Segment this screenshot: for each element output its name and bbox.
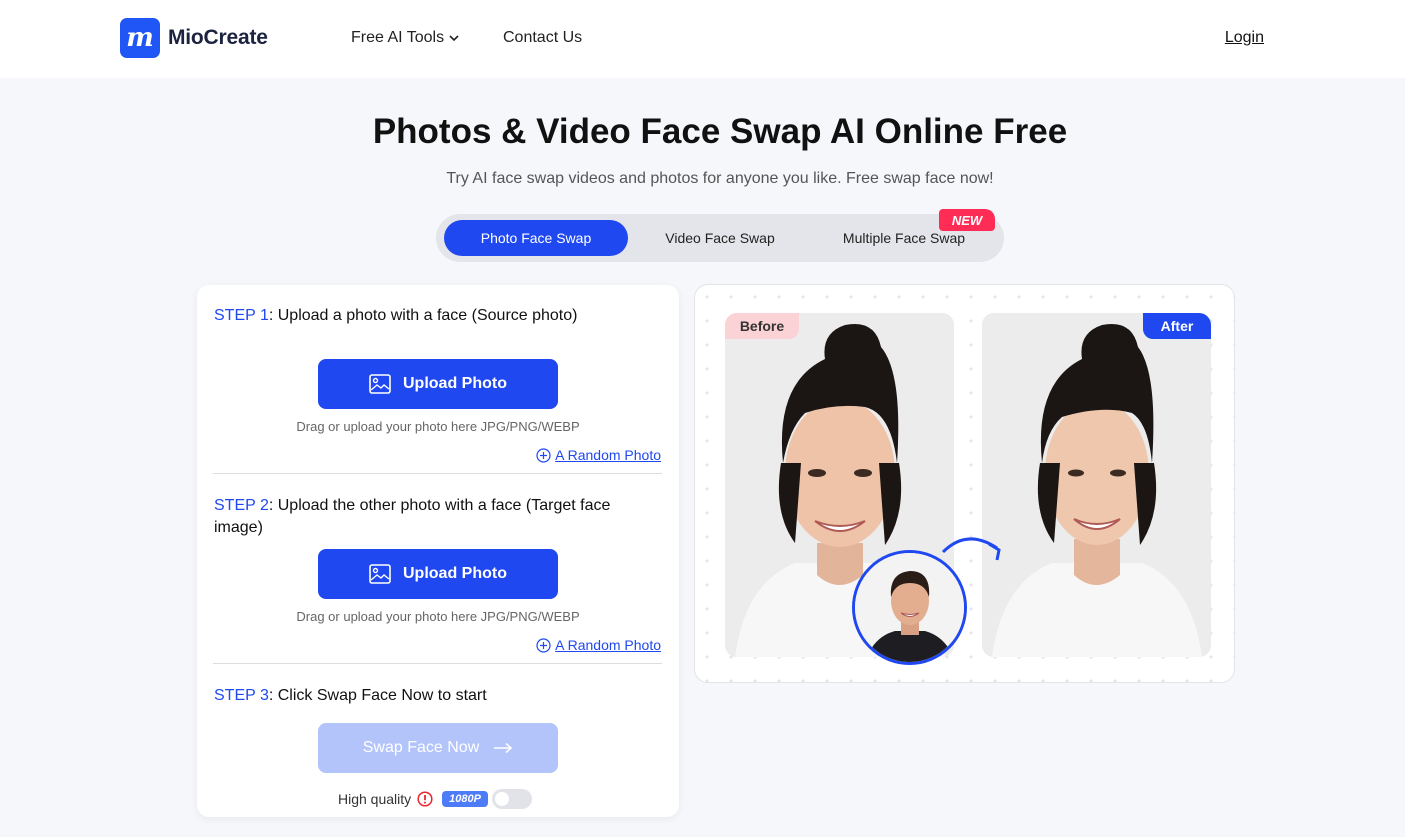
image-icon <box>369 374 391 394</box>
high-quality-label: High quality <box>338 791 412 807</box>
swap-button-label: Swap Face Now <box>362 739 480 756</box>
high-quality-toggle[interactable] <box>491 789 532 809</box>
info-icon[interactable] <box>417 791 433 807</box>
toggle-knob <box>494 792 509 806</box>
random-photo-label: A Random Photo <box>555 447 661 463</box>
divider <box>213 663 662 664</box>
login-link[interactable]: Login <box>1225 29 1264 47</box>
step3-number: STEP 3 <box>214 687 269 704</box>
upload-steps-card: STEP 1: Upload a photo with a face (Sour… <box>197 285 679 817</box>
new-badge: NEW <box>939 209 995 231</box>
upload-hint: Drag or upload your photo here JPG/PNG/W… <box>296 609 580 624</box>
plus-circle-icon <box>536 637 551 653</box>
step1-text: : Upload a photo with a face (Source pho… <box>268 307 578 324</box>
nav-contact-us[interactable]: Contact Us <box>503 29 582 47</box>
step1-label: STEP 1: Upload a photo with a face (Sour… <box>214 305 644 327</box>
upload-button-label: Upload Photo <box>403 565 507 582</box>
step2-number: STEP 2 <box>214 497 269 514</box>
site-header: m MioCreate Free AI Tools Contact Us Log… <box>0 0 1405 78</box>
nav-free-ai-tools[interactable]: Free AI Tools <box>351 29 460 47</box>
divider <box>213 473 662 474</box>
upload-target-photo-button[interactable]: Upload Photo <box>318 549 558 599</box>
upload-hint: Drag or upload your photo here JPG/PNG/W… <box>296 419 580 434</box>
upload-source-photo-button[interactable]: Upload Photo <box>318 359 558 409</box>
plus-circle-icon <box>536 447 551 463</box>
mode-tabs: Photo Face Swap Video Face Swap Multiple… <box>436 214 1004 262</box>
step2-label: STEP 2: Upload the other photo with a fa… <box>214 495 644 539</box>
swapped-portrait-image <box>982 313 1211 657</box>
after-photo: After <box>982 313 1211 657</box>
random-photo-label: A Random Photo <box>555 637 661 653</box>
step3-text: : Click Swap Face Now to start <box>268 687 487 704</box>
swap-face-now-button[interactable]: Swap Face Now <box>318 723 558 773</box>
before-label: Before <box>725 313 799 339</box>
step2-text: : Upload the other photo with a face (Ta… <box>214 497 611 536</box>
page-subtitle: Try AI face swap videos and photos for a… <box>446 170 994 187</box>
tab-video-face-swap[interactable]: Video Face Swap <box>628 220 812 256</box>
logo[interactable]: m MioCreate <box>120 18 268 58</box>
nav-free-ai-tools-label: Free AI Tools <box>351 29 445 46</box>
step3-label: STEP 3: Click Swap Face Now to start <box>214 685 644 707</box>
step1-number: STEP 1 <box>214 307 269 324</box>
logo-text: MioCreate <box>168 26 268 49</box>
page-title: Photos & Video Face Swap AI Online Free <box>372 112 1068 151</box>
random-photo-link[interactable]: A Random Photo <box>536 637 661 653</box>
chevron-down-icon <box>449 35 459 42</box>
after-label: After <box>1143 313 1211 339</box>
swap-arrow-icon <box>941 537 1001 561</box>
tab-photo-face-swap[interactable]: Photo Face Swap <box>444 220 628 256</box>
logo-icon: m <box>120 18 160 58</box>
resolution-badge: 1080P <box>442 791 488 807</box>
arrow-right-icon <box>494 742 513 754</box>
upload-button-label: Upload Photo <box>403 375 507 392</box>
image-icon <box>369 564 391 584</box>
random-photo-link[interactable]: A Random Photo <box>536 447 661 463</box>
face-swap-preview: Before After <box>694 284 1235 683</box>
high-quality-option: High quality 1080P <box>338 789 532 809</box>
